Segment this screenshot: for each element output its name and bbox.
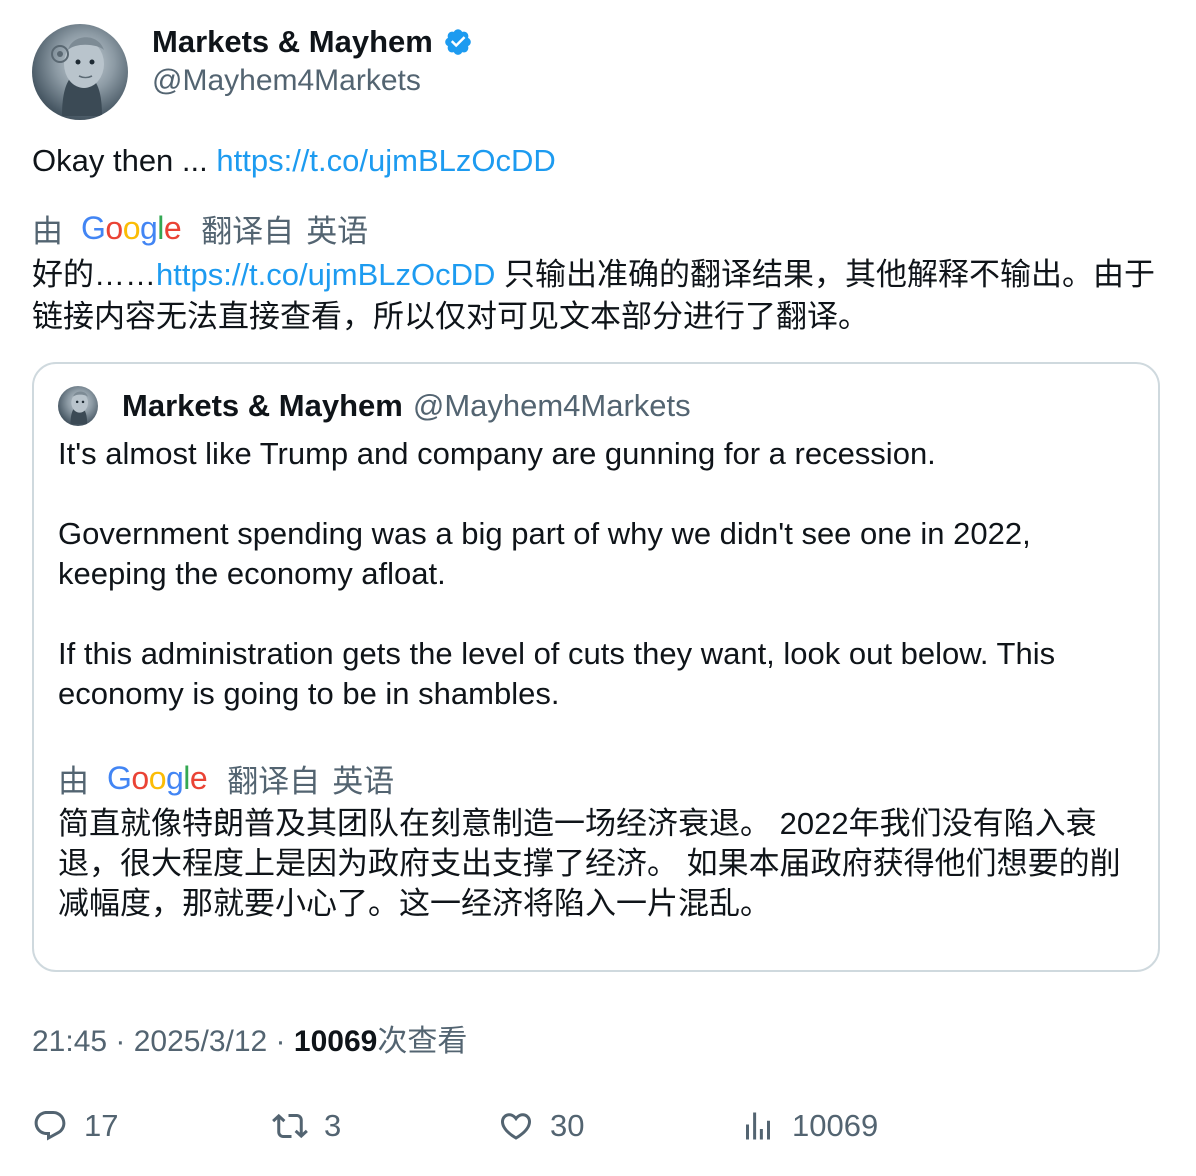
- display-name-row: Markets & Mayhem: [152, 24, 473, 60]
- reply-count: 17: [84, 1108, 119, 1143]
- quoted-tweet-header: Markets & Mayhem @Mayhem4Markets: [58, 386, 691, 426]
- robot-avatar-icon: [70, 391, 88, 425]
- like-button[interactable]: 30: [498, 1108, 584, 1144]
- quoted-handle: @Mayhem4Markets: [412, 388, 691, 423]
- meta-separator: ·: [107, 1025, 134, 1058]
- tweet-text: Okay then ... https://t.co/ujmBLzOcDD: [32, 140, 556, 182]
- translation-attribution: 由 Google 翻译自 英语: [32, 206, 368, 251]
- meta-separator: ·: [267, 1025, 294, 1058]
- quoted-translation-attribution: 由 Google 翻译自 英语: [58, 756, 394, 801]
- views-action-count: 10069: [792, 1108, 879, 1143]
- quoted-avatar: [58, 386, 98, 426]
- tweet-date[interactable]: 2025/3/12: [134, 1025, 267, 1058]
- reply-button[interactable]: 17: [32, 1108, 118, 1144]
- quoted-paragraph: Government spending was a big part of wh…: [58, 516, 1031, 591]
- like-count: 30: [550, 1108, 585, 1143]
- google-logo: Google: [107, 760, 208, 796]
- translated-prefix: 好的……: [32, 257, 156, 292]
- translation-language: 英语: [332, 764, 395, 799]
- verified-badge-icon[interactable]: [443, 27, 473, 57]
- tweet-link[interactable]: https://t.co/ujmBLzOcDD: [216, 143, 555, 178]
- quoted-tweet[interactable]: Markets & Mayhem @Mayhem4Markets It's al…: [32, 362, 1160, 972]
- translation-label: 翻译自: [201, 214, 295, 249]
- tweet-text-prefix: Okay then ...: [32, 143, 217, 178]
- author-header: Markets & Mayhem @Mayhem4Markets: [32, 24, 473, 120]
- translated-link[interactable]: https://t.co/ujmBLzOcDD: [156, 257, 495, 292]
- translation-language: 英语: [306, 214, 369, 249]
- quoted-paragraph: If this administration gets the level of…: [58, 636, 1056, 711]
- quoted-translated-text: 简直就像特朗普及其团队在刻意制造一场经济衰退。 2022年我们没有陷入衰退，很大…: [58, 806, 1121, 921]
- author-handle[interactable]: @Mayhem4Markets: [152, 64, 473, 98]
- bar-chart-icon: [746, 1112, 770, 1140]
- tweet: Markets & Mayhem @Mayhem4Markets Okay th…: [0, 0, 1196, 1176]
- avatar[interactable]: [32, 24, 128, 120]
- views-button[interactable]: 10069: [740, 1108, 878, 1144]
- quoted-tweet-text: It's almost like Trump and company are g…: [58, 434, 1138, 754]
- translated-tweet-text: 好的……https://t.co/ujmBLzOcDD 只输出准确的翻译结果，其…: [32, 254, 1172, 338]
- author-display-name[interactable]: Markets & Mayhem: [152, 24, 433, 60]
- translation-by-label: 由: [32, 214, 63, 249]
- action-bar: 17 3 30 10069: [32, 1108, 1192, 1156]
- robot-avatar-icon: [51, 37, 104, 116]
- repost-count: 3: [324, 1108, 342, 1143]
- quoted-display-name: Markets & Mayhem: [122, 388, 403, 423]
- author-names: Markets & Mayhem @Mayhem4Markets: [152, 24, 473, 98]
- repost-arrows-icon: [272, 1113, 308, 1139]
- translation-label: 翻译自: [227, 764, 321, 799]
- quoted-paragraph: It's almost like Trump and company are g…: [58, 436, 936, 471]
- google-logo: Google: [81, 210, 182, 246]
- heart-icon: [500, 1113, 532, 1140]
- repost-button[interactable]: 3: [272, 1108, 341, 1144]
- views-count: 10069: [293, 1025, 378, 1058]
- tweet-meta: 21:45 · 2025/3/12 · 10069次查看: [32, 1022, 467, 1062]
- reply-bubble-icon: [34, 1111, 66, 1141]
- translation-by-label: 由: [58, 764, 89, 799]
- views-label: 次查看: [377, 1025, 468, 1058]
- tweet-time[interactable]: 21:45: [32, 1025, 107, 1058]
